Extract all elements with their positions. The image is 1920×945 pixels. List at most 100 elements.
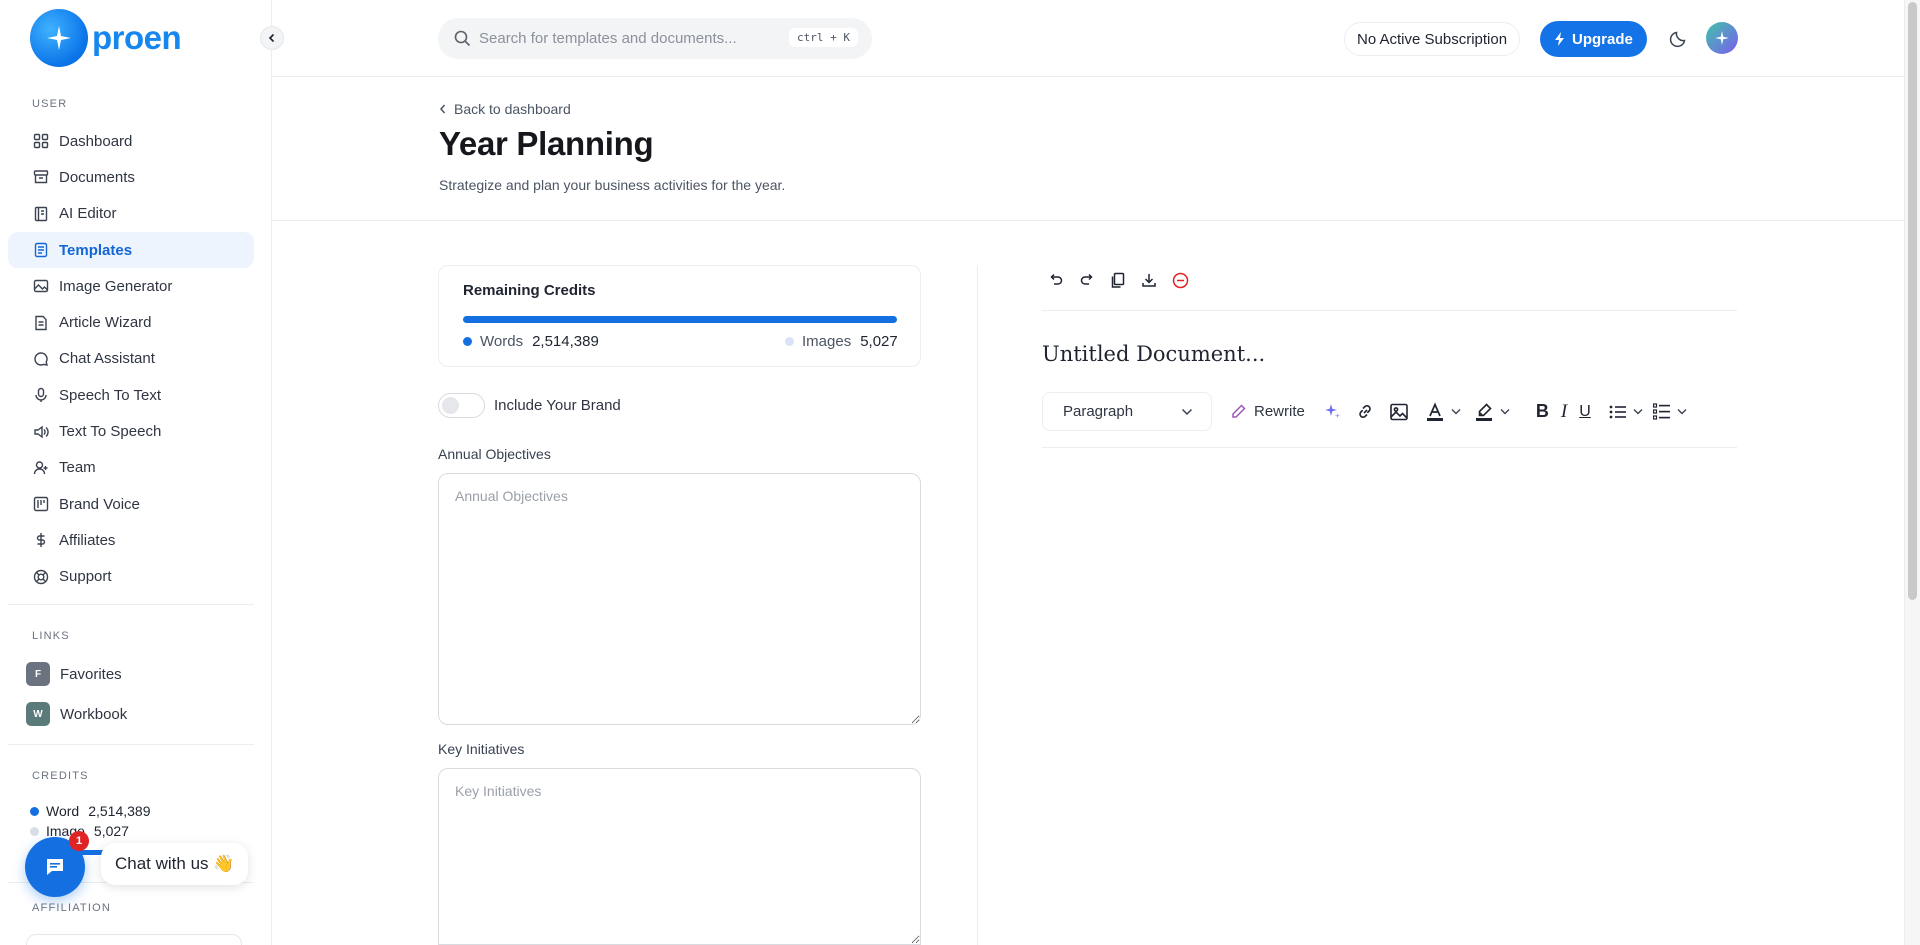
back-to-dashboard-link[interactable]: Back to dashboard <box>439 101 571 117</box>
image-icon[interactable] <box>1389 400 1409 424</box>
chevron-down-icon[interactable] <box>1633 400 1643 424</box>
bullet-list-icon[interactable] <box>1609 400 1627 424</box>
upgrade-label: Upgrade <box>1572 30 1633 48</box>
ai-sparkle-icon[interactable] <box>1323 400 1342 424</box>
underline-button[interactable]: U <box>1579 400 1591 424</box>
brand-icon <box>32 495 50 513</box>
sidebar-item-dashboard[interactable]: Dashboard <box>8 123 254 159</box>
article-icon <box>32 314 50 332</box>
brand-name: proen <box>92 19 182 56</box>
links-section-label: LINKS <box>32 630 70 642</box>
link-badge: W <box>26 702 50 726</box>
link-badge: F <box>26 662 50 686</box>
include-brand-toggle-row: Include Your Brand <box>438 393 621 418</box>
words-value: 2,514,389 <box>532 333 599 350</box>
sidebar-item-affiliates[interactable]: Affiliates <box>8 522 254 558</box>
search-bar[interactable]: ctrl + K <box>438 18 872 59</box>
block-type-select[interactable]: Paragraph <box>1042 392 1212 431</box>
grid-icon <box>32 132 50 150</box>
credits-progress-bar <box>463 316 897 323</box>
user-plus-icon <box>32 459 50 477</box>
pencil-icon <box>1232 404 1246 418</box>
annual-objectives-textarea[interactable] <box>438 473 921 725</box>
moon-icon <box>1669 31 1686 48</box>
highlight-icon[interactable] <box>1474 400 1494 424</box>
logo[interactable]: proen <box>30 9 182 67</box>
remaining-credits-card: Remaining Credits Words 2,514,389 Images… <box>438 265 921 367</box>
page-scrollbar[interactable] <box>1904 0 1920 945</box>
sidebar-item-label: AI Editor <box>59 205 117 223</box>
link-icon[interactable] <box>1356 400 1375 424</box>
sidebar: proen USER Dashboard Documents AI Editor… <box>0 0 272 945</box>
column-divider <box>977 265 978 945</box>
sidebar-item-article-wizard[interactable]: Article Wizard <box>8 304 254 340</box>
back-label: Back to dashboard <box>454 101 571 117</box>
chat-with-us-bubble[interactable]: Chat with us 👋 <box>101 843 249 885</box>
sidebar-link-workbook[interactable]: W Workbook <box>26 702 127 726</box>
numbered-list-icon[interactable] <box>1652 400 1671 424</box>
chat-bubble-icon <box>47 859 63 875</box>
word-dot <box>30 806 39 816</box>
document-title[interactable]: Untitled Document... <box>1042 342 1265 366</box>
sidebar-item-chat-assistant[interactable]: Chat Assistant <box>8 341 254 377</box>
notebook-icon <box>32 205 50 223</box>
chat-icon <box>32 350 50 368</box>
search-icon <box>454 30 471 47</box>
link-label: Favorites <box>60 665 122 683</box>
sidebar-item-text-to-speech[interactable]: Text To Speech <box>8 413 254 449</box>
user-section-label: USER <box>32 98 68 110</box>
editor-content-area[interactable] <box>1042 460 1737 930</box>
chevron-left-icon <box>268 33 275 43</box>
search-input[interactable] <box>479 30 779 47</box>
sidebar-item-brand-voice[interactable]: Brand Voice <box>8 486 254 522</box>
sidebar-item-label: Team <box>59 459 96 477</box>
chevron-down-icon[interactable] <box>1451 400 1461 424</box>
sidebar-item-ai-editor[interactable]: AI Editor <box>8 196 254 232</box>
scrollbar-thumb[interactable] <box>1908 2 1917 600</box>
chat-notification-badge: 1 <box>69 831 89 851</box>
include-brand-toggle[interactable] <box>438 393 485 418</box>
sidebar-item-documents[interactable]: Documents <box>8 159 254 195</box>
sidebar-item-label: Templates <box>59 241 133 259</box>
dollar-icon <box>32 531 50 549</box>
sparkle-icon <box>1715 31 1729 45</box>
sidebar-item-team[interactable]: Team <box>8 450 254 486</box>
images-dot <box>785 337 794 346</box>
image-dot <box>30 826 39 836</box>
chevron-down-icon[interactable] <box>1677 400 1687 424</box>
chevron-down-icon[interactable] <box>1500 400 1510 424</box>
sidebar-item-speech-to-text[interactable]: Speech To Text <box>8 377 254 413</box>
text-color-icon[interactable] <box>1425 400 1445 424</box>
affiliation-card <box>26 934 242 945</box>
dark-mode-toggle[interactable] <box>1669 28 1689 52</box>
redo-icon[interactable] <box>1077 270 1097 290</box>
sidebar-item-templates[interactable]: Templates <box>8 231 254 269</box>
user-avatar[interactable] <box>1706 22 1738 54</box>
sidebar-nav: Dashboard Documents AI Editor Templates … <box>8 123 254 595</box>
speaker-icon <box>32 423 50 441</box>
key-initiatives-textarea[interactable] <box>438 768 921 945</box>
sidebar-item-support[interactable]: Support <box>8 559 254 595</box>
bold-button[interactable]: B <box>1536 400 1549 424</box>
collapse-sidebar-button[interactable] <box>260 26 284 50</box>
upgrade-button[interactable]: Upgrade <box>1540 21 1647 57</box>
undo-icon[interactable] <box>1046 270 1066 290</box>
copy-icon[interactable] <box>1108 270 1128 290</box>
link-label: Workbook <box>60 705 128 723</box>
page-title: Year Planning <box>439 125 654 162</box>
delete-icon[interactable] <box>1170 270 1190 290</box>
rewrite-button[interactable]: Rewrite <box>1230 403 1305 420</box>
sidebar-item-label: Speech To Text <box>59 386 162 404</box>
sidebar-item-label: Text To Speech <box>59 423 162 441</box>
page-header: Back to dashboard Year Planning Strategi… <box>272 77 1904 221</box>
sidebar-link-favorites[interactable]: F Favorites <box>26 662 122 686</box>
italic-button[interactable]: I <box>1561 400 1567 424</box>
words-label: Words <box>480 333 524 350</box>
subscription-status[interactable]: No Active Subscription <box>1344 22 1521 56</box>
format-toolbar: Paragraph Rewrite B I U <box>1042 392 1687 431</box>
download-icon[interactable] <box>1139 270 1159 290</box>
sidebar-item-image-generator[interactable]: Image Generator <box>8 268 254 304</box>
chevron-left-icon <box>440 104 446 114</box>
sidebar-divider <box>8 604 254 605</box>
sparkle-logo-icon <box>30 9 88 67</box>
